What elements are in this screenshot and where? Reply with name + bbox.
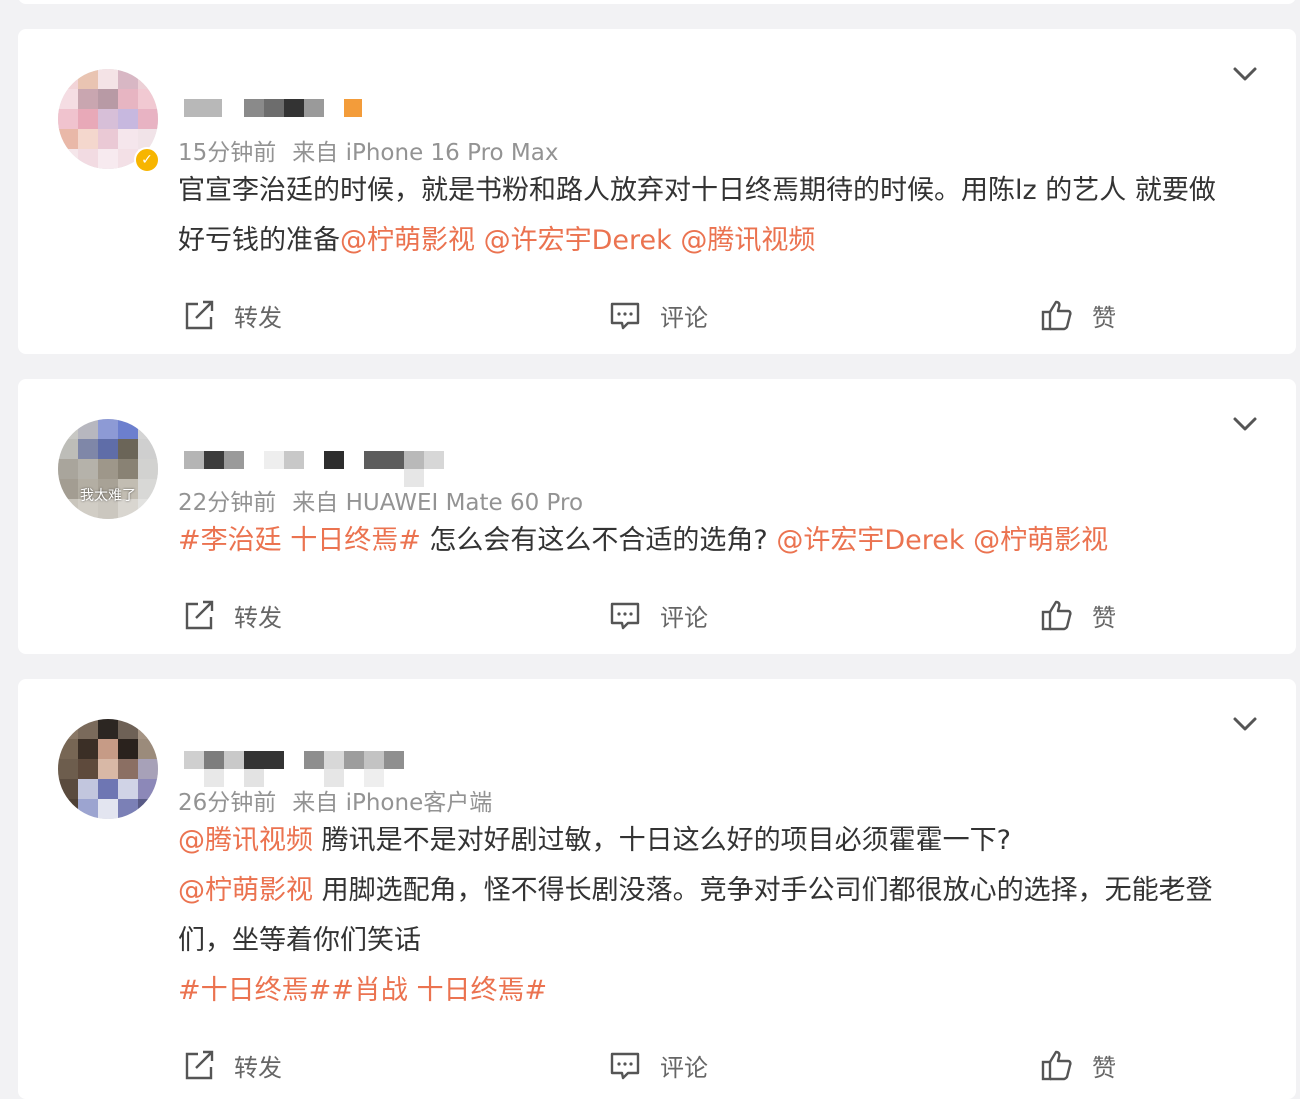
comment-button[interactable]: 评论 xyxy=(608,595,708,635)
comment-button[interactable]: 评论 xyxy=(608,295,708,335)
repost-label: 转发 xyxy=(234,1053,282,1082)
chevron-down-icon[interactable] xyxy=(1232,711,1258,737)
mention-link[interactable]: @腾讯视频 xyxy=(178,825,313,856)
username-redacted[interactable] xyxy=(184,97,464,131)
like-button[interactable]: 赞 xyxy=(1040,295,1116,335)
like-label: 赞 xyxy=(1092,1053,1116,1082)
repost-button[interactable]: 转发 xyxy=(182,1045,282,1085)
repost-label: 转发 xyxy=(234,603,282,632)
comment-label: 评论 xyxy=(660,303,708,332)
repost-button[interactable]: 转发 xyxy=(182,295,282,335)
text-segment: 好亏钱的准备 xyxy=(178,225,340,256)
like-button[interactable]: 赞 xyxy=(1040,595,1116,635)
comment-icon xyxy=(610,602,640,630)
post-line: 官宣李治廷的时候，就是书粉和路人放弃对十日终焉期待的时候。用陈lz 的艺人 就要… xyxy=(178,166,1268,216)
like-label: 赞 xyxy=(1092,603,1116,632)
post-line: #十日终焉##肖战 十日终焉# xyxy=(178,966,1268,1016)
like-button[interactable]: 赞 xyxy=(1040,1045,1116,1085)
mention-link[interactable]: @柠萌影视 @许宏宇Derek @腾讯视频 xyxy=(340,225,815,256)
action-bar: 转发 评论 赞 xyxy=(18,1045,1296,1085)
post-line: @腾讯视频 腾讯是不是对好剧过敏，十日这么好的项目必须霍霍一下? xyxy=(178,816,1268,866)
chevron-down-icon[interactable] xyxy=(1232,61,1258,87)
mention-link[interactable]: @柠萌影视 xyxy=(178,875,313,906)
post-line: @柠萌影视 用脚选配角，怪不得长剧没落。竞争对手公司们都很放心的选择，无能老登 xyxy=(178,866,1268,916)
post-source: 来自 iPhone客户端 xyxy=(292,790,493,816)
share-icon xyxy=(185,300,214,330)
post-text: @腾讯视频 腾讯是不是对好剧过敏，十日这么好的项目必须霍霍一下? @柠萌影视 用… xyxy=(178,816,1268,1016)
post-time: 22分钟前 xyxy=(178,490,277,516)
post-time: 26分钟前 xyxy=(178,790,277,816)
username-redacted[interactable] xyxy=(184,447,464,487)
chevron-down-icon[interactable] xyxy=(1232,411,1258,437)
post-line: 们，坐等着你们笑话 xyxy=(178,916,1268,966)
share-icon xyxy=(185,600,214,630)
repost-label: 转发 xyxy=(234,303,282,332)
previous-post-card-edge xyxy=(18,0,1296,4)
text-segment: 怎么会有这么不合适的选角? xyxy=(420,525,777,556)
avatar[interactable]: 我太难了 xyxy=(58,419,158,519)
action-bar: 转发 评论 赞 xyxy=(18,595,1296,635)
text-segment: 们，坐等着你们笑话 xyxy=(178,925,421,956)
comment-label: 评论 xyxy=(660,603,708,632)
verified-badge-icon: ✓ xyxy=(134,147,160,173)
post-source: 来自 iPhone 16 Pro Max xyxy=(292,140,559,166)
hashtag-link[interactable]: #十日终焉##肖战 十日终焉# xyxy=(178,975,547,1006)
post-text: #李治廷 十日终焉# 怎么会有这么不合适的选角? @许宏宇Derek @柠萌影视 xyxy=(178,516,1268,566)
post-line: #李治廷 十日终焉# 怎么会有这么不合适的选角? @许宏宇Derek @柠萌影视 xyxy=(178,516,1268,566)
comment-label: 评论 xyxy=(660,1053,708,1082)
post-meta: 22分钟前 来自 HUAWEI Mate 60 Pro xyxy=(178,483,583,517)
text-segment: 用脚选配角，怪不得长剧没落。竞争对手公司们都很放心的选择，无能老登 xyxy=(313,875,1213,906)
comment-icon xyxy=(610,1052,640,1080)
post-meta: 15分钟前 来自 iPhone 16 Pro Max xyxy=(178,133,558,167)
post-meta: 26分钟前 来自 iPhone客户端 xyxy=(178,783,492,817)
comment-button[interactable]: 评论 xyxy=(608,1045,708,1085)
text-segment: 官宣李治廷的时候，就是书粉和路人放弃对十日终焉期待的时候。用陈lz 的艺人 就要… xyxy=(178,175,1216,206)
post-card: 我太难了 22分钟前 来自 HUAWEI Mate 60 Pro #李治廷 十日终… xyxy=(18,379,1296,654)
mention-link[interactable]: @许宏宇Derek @柠萌影视 xyxy=(776,525,1108,556)
thumbs-up-icon xyxy=(1041,300,1072,331)
share-icon xyxy=(185,1050,214,1080)
like-label: 赞 xyxy=(1092,303,1116,332)
thumbs-up-icon xyxy=(1041,600,1072,631)
post-time: 15分钟前 xyxy=(178,140,277,166)
post-card: 26分钟前 来自 iPhone客户端 @腾讯视频 腾讯是不是对好剧过敏，十日这么好… xyxy=(18,679,1296,1099)
repost-button[interactable]: 转发 xyxy=(182,595,282,635)
avatar-caption: 我太难了 xyxy=(80,488,136,504)
action-bar: 转发 评论 赞 xyxy=(18,295,1296,335)
post-text: 官宣李治廷的时候，就是书粉和路人放弃对十日终焉期待的时候。用陈lz 的艺人 就要… xyxy=(178,166,1268,266)
username-redacted[interactable] xyxy=(184,747,464,787)
hashtag-link[interactable]: #李治廷 十日终焉# xyxy=(178,525,421,556)
avatar[interactable] xyxy=(58,719,158,819)
thumbs-up-icon xyxy=(1041,1050,1072,1081)
post-line: 好亏钱的准备@柠萌影视 @许宏宇Derek @腾讯视频 xyxy=(178,216,1268,266)
avatar-mosaic xyxy=(58,719,158,819)
text-segment: 腾讯是不是对好剧过敏，十日这么好的项目必须霍霍一下? xyxy=(313,825,1011,856)
post-source: 来自 HUAWEI Mate 60 Pro xyxy=(292,490,584,516)
comment-icon xyxy=(610,302,640,330)
post-card: ✓ 15分钟前 来自 iPhone 16 Pro Max 官宣李治廷的时候，就是书… xyxy=(18,29,1296,354)
